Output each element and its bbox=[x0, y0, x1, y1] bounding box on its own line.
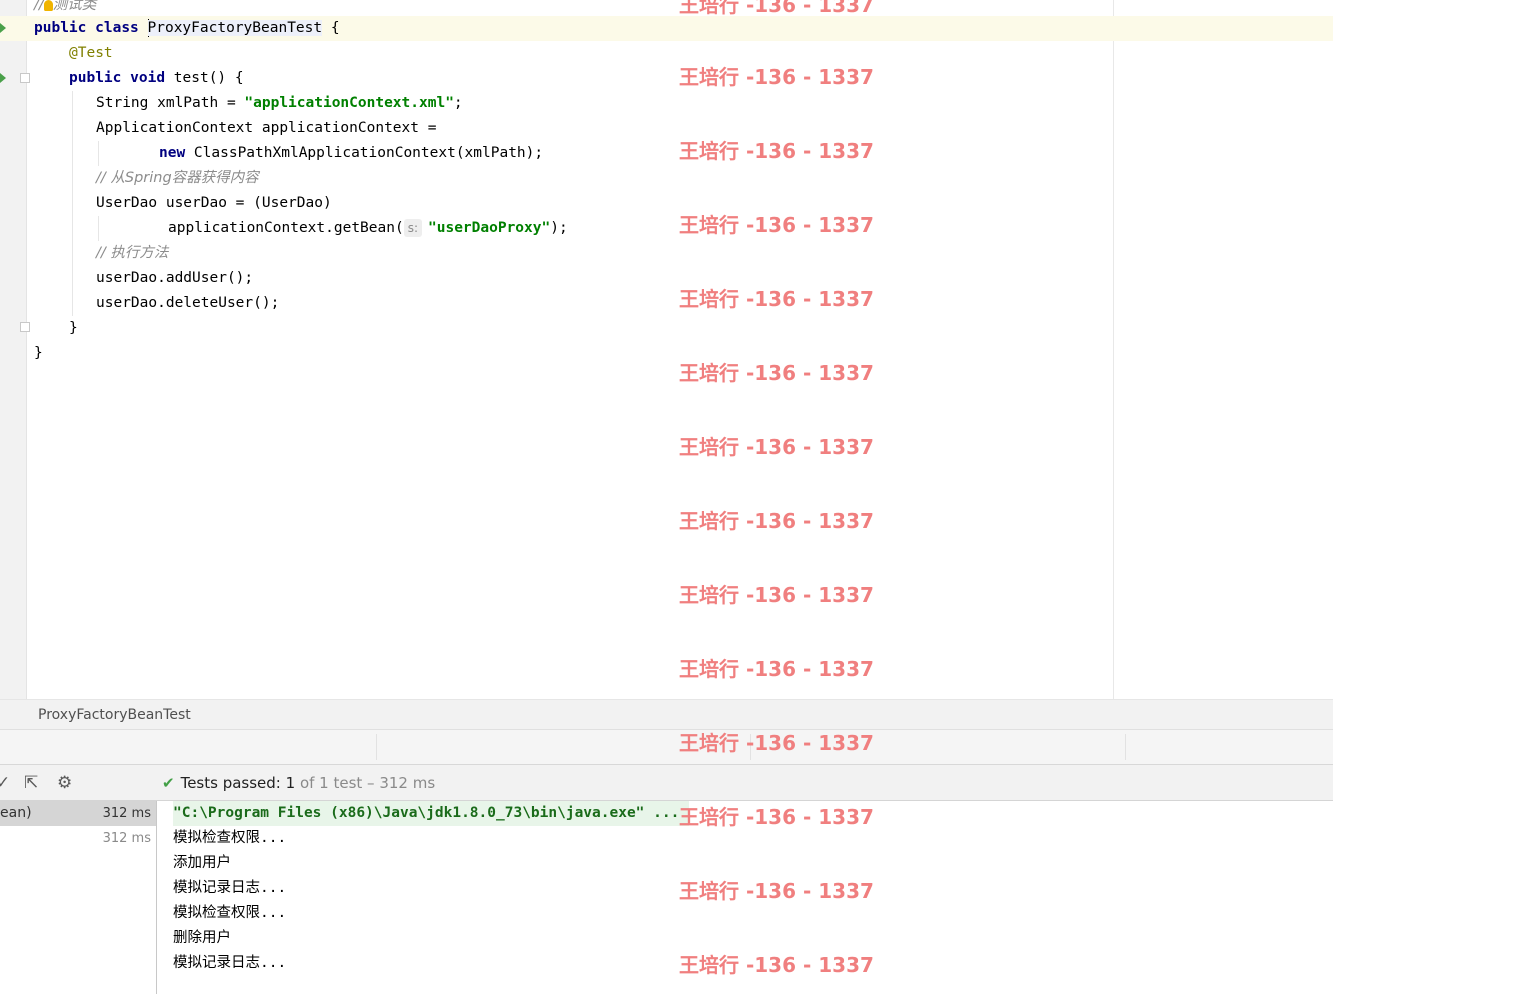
watermark: 王培行 -136 - 1337 bbox=[679, 879, 874, 903]
code-token: "applicationContext.xml" bbox=[244, 95, 454, 111]
watermark: 王培行 -136 - 1337 bbox=[679, 65, 874, 89]
code-token: String xmlPath = bbox=[96, 95, 245, 111]
code-token: 测试类 bbox=[52, 0, 97, 13]
code-token: } bbox=[69, 320, 78, 336]
console-line: 删除用户 bbox=[173, 930, 231, 946]
watermark: 王培行 -136 - 1337 bbox=[679, 435, 874, 459]
watermark: 王培行 -136 - 1337 bbox=[679, 953, 874, 977]
console-line: 模拟检查权限... bbox=[173, 830, 287, 846]
console-line: 模拟检查权限... bbox=[173, 905, 287, 921]
test-name: ean) bbox=[0, 805, 32, 821]
code-token: ProxyFactoryBeanTest bbox=[147, 20, 323, 36]
code-token: void bbox=[130, 70, 166, 86]
test-tree-row[interactable]: 312 ms bbox=[0, 826, 156, 851]
watermark: 王培行 -136 - 1337 bbox=[679, 361, 874, 385]
code-line-7: new ClassPathXmlApplicationContext(xmlPa… bbox=[0, 141, 1333, 166]
run-test-icon[interactable] bbox=[0, 73, 6, 83]
watermark: 王培行 -136 - 1337 bbox=[679, 139, 874, 163]
code-token: class bbox=[95, 20, 139, 36]
watermark: 王培行 -136 - 1337 bbox=[679, 213, 874, 237]
run-class-icon[interactable] bbox=[0, 23, 6, 33]
code-editor[interactable]: // 测试类 public class ProxyFactoryBeanTest … bbox=[0, 0, 1333, 699]
code-token: public bbox=[34, 20, 87, 36]
code-token: applicationContext.getBean( bbox=[168, 220, 404, 236]
code-line-14: } bbox=[0, 316, 1333, 341]
code-line-13: userDao.deleteUser(); bbox=[0, 291, 1333, 316]
code-token: } bbox=[34, 345, 43, 361]
code-comment: // 从Spring容器获得内容 bbox=[96, 170, 259, 186]
code-line-9: UserDao userDao = (UserDao) bbox=[0, 191, 1333, 216]
code-token: public bbox=[69, 70, 122, 86]
console-line: 模拟记录日志... bbox=[173, 880, 287, 896]
code-line-4: public void test() { bbox=[0, 66, 1333, 91]
code-line-10: applicationContext.getBean(s: "userDaoPro… bbox=[0, 216, 1333, 241]
ide-window: // 测试类 public class ProxyFactoryBeanTest … bbox=[0, 0, 1536, 994]
code-line-8: // 从Spring容器获得内容 bbox=[0, 166, 1333, 191]
code-token: ApplicationContext applicationContext = bbox=[96, 120, 437, 136]
code-line-3: @Test bbox=[0, 41, 1333, 66]
watermark: 王培行 -136 - 1337 bbox=[679, 657, 874, 681]
code-line-15: } bbox=[0, 341, 1333, 366]
code-token: ); bbox=[550, 220, 568, 236]
export-icon[interactable]: ⇱ bbox=[24, 765, 38, 801]
watermark: 王培行 -136 - 1337 bbox=[679, 583, 874, 607]
test-time: 312 ms bbox=[102, 806, 151, 821]
status-detail: of 1 test – 312 ms bbox=[295, 774, 436, 792]
code-token: @Test bbox=[69, 45, 113, 61]
test-time: 312 ms bbox=[102, 831, 151, 846]
code-token: new bbox=[159, 145, 186, 161]
code-line-11: // 执行方法 bbox=[0, 241, 1333, 266]
parameter-hint: s: bbox=[403, 219, 422, 237]
watermark: 王培行 -136 - 1337 bbox=[679, 731, 874, 755]
tool-window-header bbox=[0, 730, 1333, 765]
code-comment: // 执行方法 bbox=[96, 245, 169, 261]
divider bbox=[1125, 734, 1126, 760]
code-line-6: ApplicationContext applicationContext = bbox=[0, 116, 1333, 141]
watermark: 王培行 -136 - 1337 bbox=[679, 0, 874, 17]
status-count: 1 bbox=[285, 774, 296, 792]
test-status: ✔ Tests passed: 1 of 1 test – 312 ms bbox=[162, 765, 435, 801]
code-token: ; bbox=[453, 95, 463, 111]
breadcrumb-item[interactable]: ProxyFactoryBeanTest bbox=[38, 700, 191, 731]
fold-end-icon[interactable] bbox=[20, 322, 30, 332]
lightbulb-icon[interactable] bbox=[43, 0, 53, 11]
code-token: userDao.deleteUser(); bbox=[96, 295, 280, 311]
divider bbox=[376, 734, 377, 760]
collapse-icon[interactable]: ✓ bbox=[0, 765, 10, 801]
gear-icon[interactable]: ⚙ bbox=[57, 765, 72, 801]
test-toolbar: ✓ ⇱ ⚙ ✔ Tests passed: 1 of 1 test – 312 m… bbox=[0, 765, 1333, 801]
console-line: "C:\Program Files (x86)\Java\jdk1.8.0_73… bbox=[173, 801, 690, 826]
code-token: test() { bbox=[165, 70, 244, 86]
code-token: { bbox=[322, 20, 340, 36]
watermark: 王培行 -136 - 1337 bbox=[679, 805, 874, 829]
code-line-2: public class ProxyFactoryBeanTest { bbox=[0, 16, 1333, 41]
check-icon: ✔ bbox=[162, 774, 175, 792]
code-token: UserDao userDao = (UserDao) bbox=[96, 195, 332, 211]
fold-icon[interactable] bbox=[20, 73, 30, 83]
test-tree[interactable]: ean) 312 ms 312 ms bbox=[0, 801, 157, 994]
watermark: 王培行 -136 - 1337 bbox=[679, 287, 874, 311]
status-prefix: Tests passed: bbox=[180, 774, 286, 792]
code-token: "userDaoProxy" bbox=[428, 220, 551, 236]
breadcrumb[interactable]: ProxyFactoryBeanTest bbox=[0, 699, 1333, 730]
console-line: 模拟记录日志... bbox=[173, 955, 287, 971]
code-token: // bbox=[34, 0, 44, 13]
watermark: 王培行 -136 - 1337 bbox=[679, 509, 874, 533]
code-line-12: userDao.addUser(); bbox=[0, 266, 1333, 291]
code-token: userDao.addUser(); bbox=[96, 270, 254, 286]
code-token: ClassPathXmlApplicationContext(xmlPath); bbox=[185, 145, 544, 161]
test-tree-row[interactable]: ean) 312 ms bbox=[0, 801, 156, 826]
code-line-5: String xmlPath = "applicationContext.xml… bbox=[0, 91, 1333, 116]
console-line: 添加用户 bbox=[173, 855, 231, 871]
